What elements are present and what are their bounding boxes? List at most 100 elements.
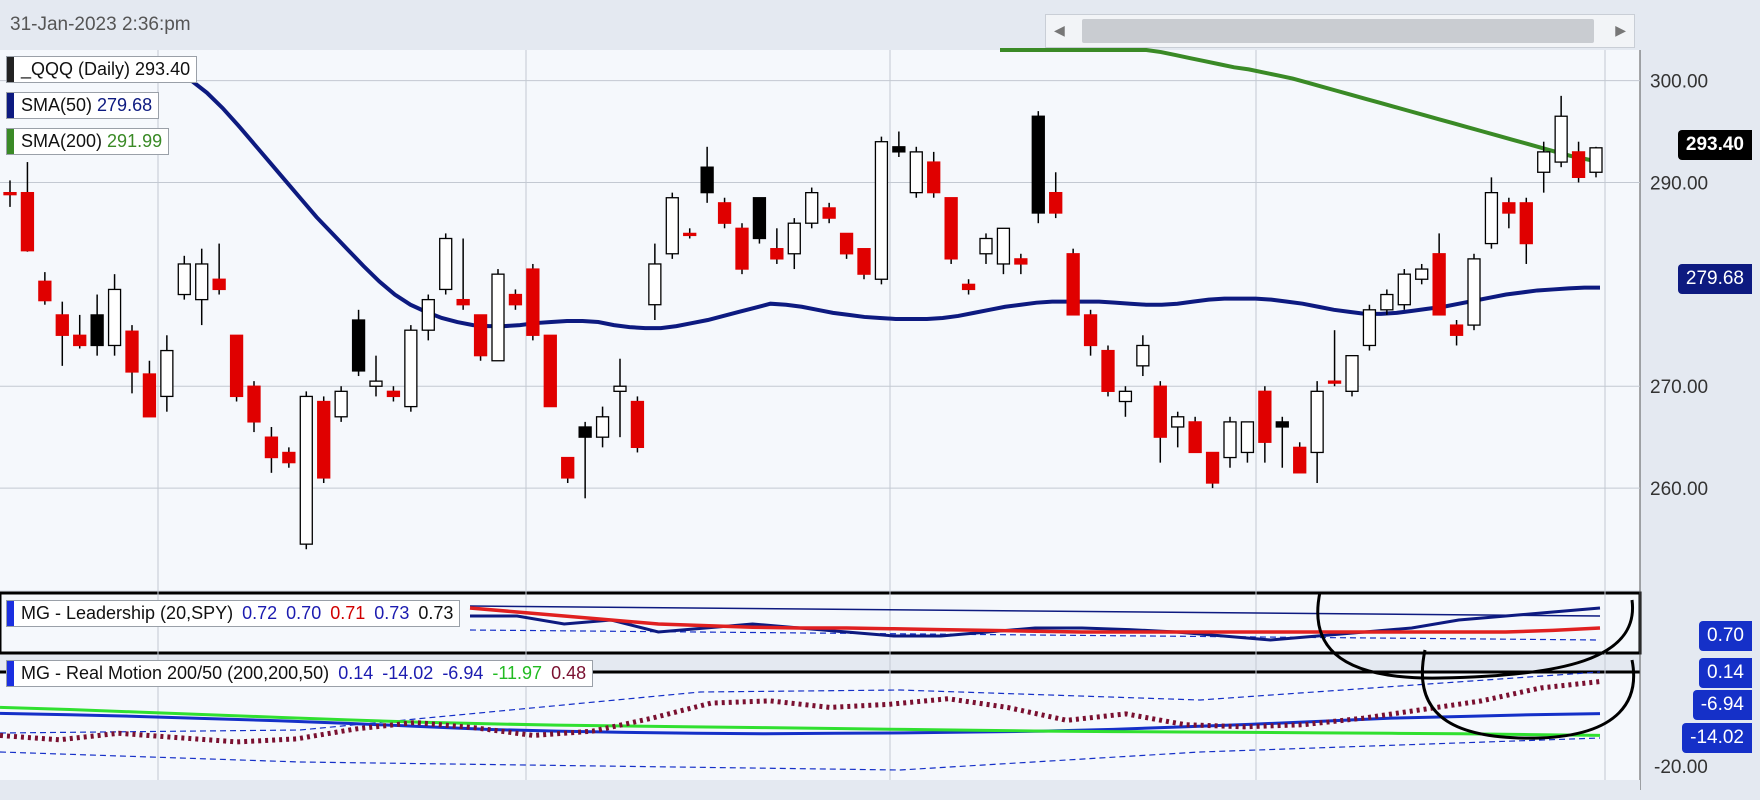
price-panel <box>0 50 1640 590</box>
legend-realmotion-v3: -11.97 <box>492 663 543 683</box>
realmotion-tag-1: 0.14 <box>1699 658 1752 688</box>
horizontal-scrollbar[interactable]: ◀ ▶ <box>1045 14 1635 48</box>
legend-realmotion-v1: -14.02 <box>382 663 434 683</box>
legend-realmotion-label: MG - Real Motion 200/50 (200,200,50) <box>21 663 330 683</box>
candle-body <box>1205 451 1220 484</box>
candle-body <box>927 161 941 194</box>
candle-body <box>648 263 662 306</box>
candle-body <box>404 329 418 408</box>
candle-body <box>229 334 244 398</box>
candle-body <box>787 222 801 255</box>
sma50-price-tag: 279.68 <box>1677 264 1752 294</box>
legend-leadership-v0: 0.72 <box>242 603 278 623</box>
candle-body <box>20 191 35 252</box>
legend-realmotion-v4: 0.48 <box>551 663 587 683</box>
candle-body <box>386 390 401 398</box>
candle-body <box>857 248 871 275</box>
candle-body <box>1571 151 1586 179</box>
candle-body <box>1467 258 1481 326</box>
candle-body <box>1380 293 1394 311</box>
candle-body <box>578 426 592 438</box>
legend-realmotion[interactable]: MG - Real Motion 200/50 (200,200,50) 0.1… <box>6 660 594 687</box>
candle-body <box>491 273 505 362</box>
chart-window: 260.00 270.00 290.00 300.00 -20.00 31-Jan-20… <box>0 0 1760 800</box>
candle-body <box>543 334 557 408</box>
candle-body <box>107 288 122 347</box>
candle-body <box>1362 309 1377 347</box>
candle-body <box>1310 390 1324 454</box>
legend-leadership-v4: 0.73 <box>418 603 454 623</box>
candle-body <box>665 197 679 255</box>
legend-price-chip <box>7 57 14 82</box>
y-tick-label: 300.00 <box>1650 72 1708 93</box>
y-tick-label: 290.00 <box>1650 173 1708 194</box>
candle-body <box>630 400 645 449</box>
candle-body <box>944 197 958 260</box>
candle-body <box>735 227 749 270</box>
candle-body <box>299 395 313 545</box>
candle-body <box>595 416 610 438</box>
candle-body <box>717 202 732 224</box>
candle-body <box>125 330 139 373</box>
candle-body <box>909 151 923 194</box>
realmotion-panel <box>0 672 1640 780</box>
scroll-left-icon[interactable]: ◀ <box>1054 22 1065 39</box>
legend-sma200[interactable]: SMA(200) 291.99 <box>6 128 170 155</box>
candle-body <box>264 436 279 459</box>
legend-price-value: 293.40 <box>135 59 191 79</box>
candle-body <box>1397 273 1411 306</box>
candle-body <box>683 232 697 237</box>
candle-body <box>90 314 104 347</box>
candle-body <box>526 268 540 336</box>
candle-body <box>473 314 488 357</box>
legend-leadership-chip <box>7 601 14 626</box>
legend-leadership-v1: 0.70 <box>286 603 322 623</box>
legend-sma50-chip <box>7 93 14 118</box>
realmotion-tag-3: -14.02 <box>1682 723 1752 753</box>
candle-body <box>961 283 976 291</box>
candle-body <box>1432 253 1446 316</box>
legend-leadership-label: MG - Leadership (20,SPY) <box>21 603 234 623</box>
legend-sma200-label: SMA(200) <box>21 131 103 151</box>
candle-body <box>38 280 52 302</box>
candle-body <box>892 146 906 153</box>
candle-body <box>700 166 714 194</box>
candle-body <box>73 334 87 347</box>
candle-body <box>1519 202 1533 245</box>
chart-timestamp: 31-Jan-2023 2:36:pm <box>10 14 191 35</box>
scroll-right-icon[interactable]: ▶ <box>1615 22 1626 39</box>
scroll-thumb[interactable] <box>1082 19 1594 43</box>
candle-body <box>3 191 17 196</box>
legend-realmotion-v0: 0.14 <box>338 663 374 683</box>
candle-body <box>1014 258 1028 265</box>
legend-leadership-v3: 0.73 <box>374 603 410 623</box>
candle-body <box>1449 324 1464 336</box>
legend-leadership[interactable]: MG - Leadership (20,SPY) 0.72 0.70 0.71 … <box>6 600 461 627</box>
candle-body <box>1589 147 1603 173</box>
legend-sma50[interactable]: SMA(50) 279.68 <box>6 92 160 119</box>
legend-price[interactable]: _QQQ (Daily) 293.40 <box>6 56 198 83</box>
candle-body <box>369 380 383 387</box>
candle-body <box>1066 253 1080 316</box>
candle-body <box>1083 314 1098 347</box>
candle-body <box>805 191 819 224</box>
legend-price-label: _QQQ (Daily) <box>21 59 131 79</box>
candle-body <box>439 237 453 291</box>
time-axis-strip <box>0 780 1640 800</box>
leadership-value-tag: 0.70 <box>1699 621 1752 651</box>
candle-body <box>1101 349 1115 392</box>
y-tick-label: 260.00 <box>1650 479 1708 500</box>
candle-body <box>142 373 157 418</box>
candle-body <box>1293 446 1307 474</box>
candle-body <box>247 385 261 423</box>
candle-body <box>996 227 1011 265</box>
candle-body <box>1537 151 1551 173</box>
candle-body <box>195 263 209 301</box>
candle-body <box>1275 421 1289 428</box>
candle-body <box>1171 416 1185 428</box>
candle-body <box>1188 421 1202 454</box>
candle-body <box>508 293 523 306</box>
candle-body <box>456 298 470 306</box>
candle-body <box>1153 385 1167 438</box>
candle-body <box>1327 380 1342 384</box>
